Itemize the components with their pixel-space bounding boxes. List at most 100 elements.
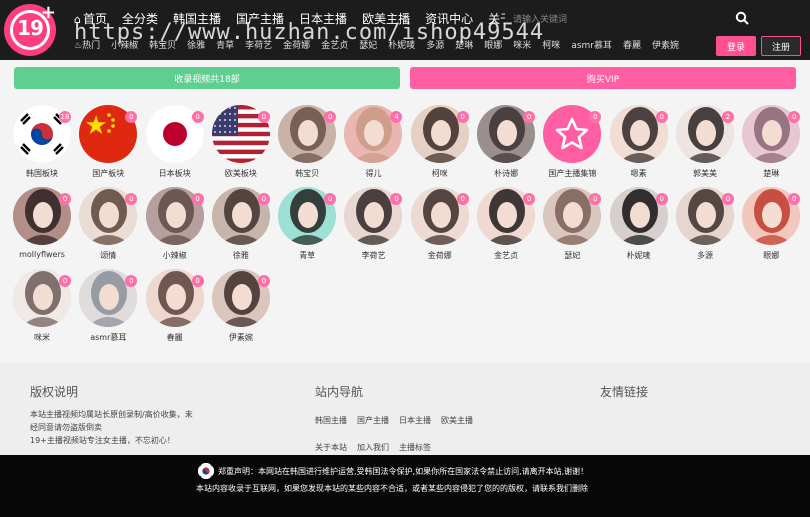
anchor-name[interactable]: 金艺贞	[472, 250, 540, 261]
nav-item[interactable]: 国产主播	[236, 10, 284, 27]
anchor-card[interactable]: 0 青草	[273, 186, 339, 268]
hot-tag-link[interactable]: 多源	[426, 38, 444, 51]
anchor-name[interactable]: 得儿	[339, 168, 407, 179]
anchor-name[interactable]: 郭美美	[671, 168, 739, 179]
anchor-name[interactable]: 金荷娜	[406, 250, 474, 261]
anchor-name[interactable]: asmr慕耳	[74, 332, 142, 343]
hot-tag-link[interactable]: 小辣椒	[111, 38, 138, 51]
hot-tag-link[interactable]: 柯咪	[542, 38, 560, 51]
anchor-card[interactable]: 0 瑟妃	[538, 186, 604, 268]
anchor-name[interactable]: 伊素婉	[207, 332, 275, 343]
anchor-name[interactable]: 小辣椒	[141, 250, 209, 261]
anchor-card[interactable]: 0 欧美板块	[207, 104, 273, 186]
anchor-card[interactable]: 0 楚琳	[737, 104, 803, 186]
buy-vip-button[interactable]: 购买VIP	[410, 67, 796, 89]
nav-item[interactable]: 资讯中心	[425, 10, 473, 27]
anchor-name[interactable]: 朴妮唛	[605, 250, 673, 261]
hot-tag-link[interactable]: 金艺贞	[321, 38, 348, 51]
hot-tag-link[interactable]: asmr慕耳	[571, 38, 612, 51]
anchor-name[interactable]: 徐雅	[207, 250, 275, 261]
hot-tag-link[interactable]: 咪米	[513, 38, 531, 51]
anchor-name[interactable]: mollyflwers	[8, 250, 76, 259]
anchor-name[interactable]: 国产板块	[74, 168, 142, 179]
search-input[interactable]	[505, 8, 725, 32]
footer-nav-link[interactable]: 韩国主播	[315, 415, 347, 426]
login-button[interactable]: 登录	[716, 36, 756, 56]
hot-tag-link[interactable]: 青草	[216, 38, 234, 51]
hot-tag-link[interactable]: 眼娜	[484, 38, 502, 51]
anchor-card[interactable]: 0 金艺贞	[472, 186, 538, 268]
hot-tag-link[interactable]: 李荷艺	[245, 38, 272, 51]
anchor-card[interactable]: 0 徐雅	[207, 186, 273, 268]
anchor-card[interactable]: 0 嗯素	[605, 104, 671, 186]
anchor-name[interactable]: 国产主播集锦	[538, 168, 606, 179]
copyright-line: 经同意请勿盗版倒卖	[30, 423, 102, 432]
hot-tag-link[interactable]: 金荷娜	[283, 38, 310, 51]
footer-nav-link[interactable]: 关于本站	[315, 442, 347, 453]
anchor-card[interactable]: 0 日本板块	[141, 104, 207, 186]
hot-tag-link[interactable]: 伊素婉	[652, 38, 679, 51]
anchor-card[interactable]: 0 国产板块	[74, 104, 140, 186]
anchor-name[interactable]: 咪米	[8, 332, 76, 343]
anchor-card[interactable]: 0 伊素婉	[207, 268, 273, 350]
register-button[interactable]: 注册	[761, 36, 801, 56]
anchor-card[interactable]: 0 柯咪	[406, 104, 472, 186]
anchor-name[interactable]: 春麗	[141, 332, 209, 343]
anchor-card[interactable]: 0 小辣椒	[141, 186, 207, 268]
nav-item[interactable]: 日本主播	[299, 10, 347, 27]
nav-item[interactable]: 欧美主播	[362, 10, 410, 27]
anchor-card[interactable]: 0 咪米	[8, 268, 74, 350]
anchor-name[interactable]: 嗯素	[605, 168, 673, 179]
anchor-card[interactable]: 18 韩国板块	[8, 104, 74, 186]
anchor-card[interactable]: 0 mollyflwers	[8, 186, 74, 268]
anchor-name[interactable]: 楚琳	[737, 168, 805, 179]
anchor-name[interactable]: 瑟妃	[538, 250, 606, 261]
anchor-name[interactable]: 多源	[671, 250, 739, 261]
anchor-name[interactable]: 朴诗娜	[472, 168, 540, 179]
anchor-name[interactable]: 李荷艺	[339, 250, 407, 261]
hot-tag-label: asmr慕耳	[571, 41, 612, 51]
anchor-card[interactable]: 4 得儿	[339, 104, 405, 186]
hot-tag-link[interactable]: 瑟妃	[359, 38, 377, 51]
footer-nav-link[interactable]: 加入我们	[357, 442, 389, 453]
footer-nav-link[interactable]: 国产主播	[357, 415, 389, 426]
anchor-name[interactable]: 韩宝贝	[273, 168, 341, 179]
footer-nav-link[interactable]: 主播标签	[399, 442, 431, 453]
anchor-card[interactable]: 0 李荷艺	[339, 186, 405, 268]
anchor-card[interactable]: 0 朴诗娜	[472, 104, 538, 186]
hot-tag-link[interactable]: 韩宝贝	[149, 38, 176, 51]
anchor-name[interactable]: 眼娜	[737, 250, 805, 261]
hot-tag-link[interactable]: 楚琳	[455, 38, 473, 51]
footer-nav-link[interactable]: 欧美主播	[441, 415, 473, 426]
anchor-card[interactable]: 0 春麗	[141, 268, 207, 350]
anchor-card[interactable]: 0 asmr慕耳	[74, 268, 140, 350]
hot-tag-link[interactable]: 春麗	[623, 38, 641, 51]
anchor-card[interactable]: 0 金荷娜	[406, 186, 472, 268]
video-count-bar[interactable]: 收录视频共18部	[14, 67, 400, 89]
anchor-name[interactable]: 韩国板块	[8, 168, 76, 179]
anchor-name[interactable]: 颂情	[74, 250, 142, 261]
nav-item[interactable]: 韩国主播	[173, 10, 221, 27]
hot-tag-link[interactable]: ♨热门	[74, 38, 100, 51]
anchor-card[interactable]: 0 颂情	[74, 186, 140, 268]
anchor-name[interactable]: 青草	[273, 250, 341, 261]
anchor-name[interactable]: 欧美板块	[207, 168, 275, 179]
count-badge: 18	[59, 111, 71, 123]
footer-nav-link[interactable]: 日本主播	[399, 415, 431, 426]
count-badge: 0	[788, 193, 801, 205]
anchor-card[interactable]: 2 郭美美	[671, 104, 737, 186]
anchor-name[interactable]: 日本板块	[141, 168, 209, 179]
anchor-card[interactable]: 0 韩宝贝	[273, 104, 339, 186]
nav-item[interactable]: ⌂ 首页	[74, 10, 107, 27]
nav-item[interactable]: 全分类	[122, 10, 158, 27]
anchor-card[interactable]: 0 眼娜	[737, 186, 803, 268]
hot-tag-link[interactable]: 徐雅	[187, 38, 205, 51]
hot-tag-link[interactable]: 朴妮唛	[388, 38, 415, 51]
anchor-name[interactable]: 柯咪	[406, 168, 474, 179]
anchor-card[interactable]: 0 多源	[671, 186, 737, 268]
anchor-card[interactable]: 0 国产主播集锦	[538, 104, 604, 186]
site-logo[interactable]: 19 +	[4, 2, 56, 56]
copyright-line: 本站主播视频均属站长原创录制/高价收集，未	[30, 410, 193, 419]
search-icon[interactable]	[735, 11, 749, 25]
anchor-card[interactable]: 0 朴妮唛	[605, 186, 671, 268]
